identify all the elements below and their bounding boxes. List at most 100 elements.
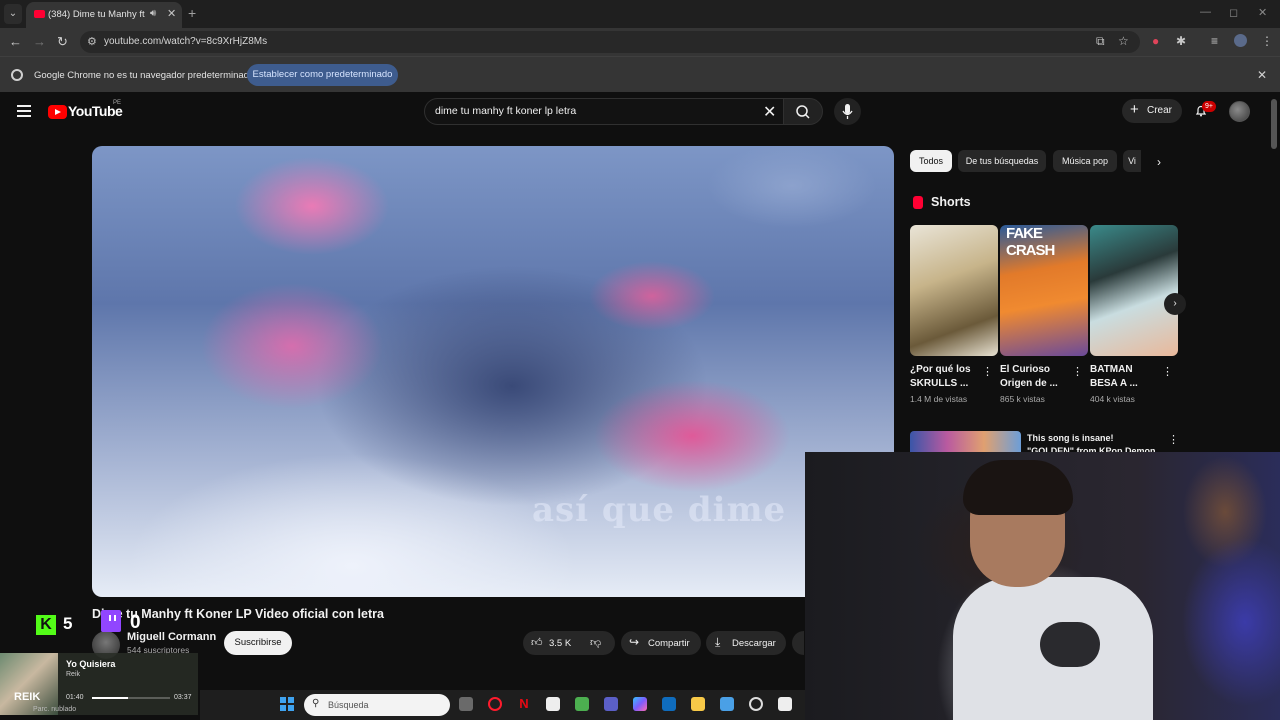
download-button[interactable]: ⤓ Descargar [706, 631, 786, 655]
back-icon[interactable]: ← [9, 34, 22, 49]
twitch-logo-icon [101, 610, 121, 632]
song-title: Yo Quisiera [66, 659, 116, 669]
extensions-puzzle-icon[interactable]: ✱ [1176, 34, 1186, 48]
app-icon[interactable] [720, 697, 734, 711]
extension-opera-icon[interactable]: ● [1152, 34, 1159, 48]
site-info-icon[interactable]: ⚙ [87, 35, 97, 48]
set-default-button[interactable]: Establecer como predeterminado [247, 64, 398, 86]
tab-close-icon[interactable]: ✕ [167, 7, 176, 20]
like-count[interactable]: 3.5 K [549, 638, 571, 649]
tab-search-button[interactable]: ⌄ [4, 4, 22, 24]
youtube-logo-icon[interactable] [48, 105, 67, 119]
short-3-more-icon[interactable]: ⋮ [1162, 365, 1173, 378]
short-1-title[interactable]: ¿Por qué los SKRULLS ... [910, 363, 980, 391]
create-label: Crear [1147, 105, 1173, 116]
new-tab-icon[interactable]: + [188, 5, 196, 21]
minecraft-icon[interactable] [575, 697, 589, 711]
chip-pop-music[interactable]: Música pop [1053, 150, 1117, 172]
file-explorer-icon[interactable] [691, 697, 705, 711]
outlook-icon[interactable] [662, 697, 676, 711]
song-progress-bar [92, 697, 170, 699]
subscribe-button[interactable]: Suscribirse [224, 631, 292, 655]
browser-tab[interactable]: (384) Dime tu Manhy ft Kon 🔊︎ ✕ [26, 2, 182, 28]
shorts-heading: Shorts [931, 195, 971, 209]
chip-all[interactable]: Todos [910, 150, 952, 172]
microsoft-store-icon[interactable] [546, 697, 560, 711]
song-artist: Reik [66, 671, 81, 678]
teams-icon[interactable] [604, 697, 618, 711]
shorts-next-button[interactable]: › [1164, 293, 1186, 315]
webcam-shirt-graphic [1040, 622, 1100, 667]
more-actions-button[interactable] [792, 631, 804, 655]
windows-start-icon[interactable] [280, 697, 294, 711]
taskbar-search-placeholder: Búsqueda [328, 700, 369, 710]
microphone-icon [842, 104, 853, 119]
netflix-icon[interactable]: N [517, 697, 531, 711]
short-2-overlay-text: FAKE CRASH [1006, 225, 1055, 259]
url-text: youtube.com/watch?v=8c9XrHjZ8Ms [104, 36, 268, 47]
voice-search-button[interactable] [834, 98, 861, 125]
short-3-views: 404 k vistas [1090, 394, 1135, 404]
share-button[interactable]: ↪ Compartir [621, 631, 701, 655]
song-progress-fill [92, 697, 128, 699]
minimize-icon[interactable]: — [1200, 6, 1211, 18]
twitch-viewer-count: 0 [130, 612, 141, 633]
task-view-icon[interactable] [459, 697, 473, 711]
chrome-menu-icon[interactable]: ⋮ [1261, 34, 1273, 48]
taskbar-search-input[interactable]: ⚲ Búsqueda [304, 694, 450, 716]
recommended-more-icon[interactable]: ⋮ [1168, 433, 1179, 446]
maximize-icon[interactable]: ◻ [1229, 6, 1238, 19]
reload-icon[interactable]: ↻ [57, 34, 68, 50]
capcut-icon[interactable] [778, 697, 792, 711]
infobar-message: Google Chrome no es tu navegador predete… [34, 70, 255, 81]
steam-icon[interactable] [749, 697, 763, 711]
tab-strip: ⌄ (384) Dime tu Manhy ft Kon 🔊︎ ✕ + — ◻ … [0, 0, 1280, 28]
profile-avatar-icon[interactable] [1234, 34, 1247, 47]
install-app-icon[interactable]: ⧉ [1096, 34, 1105, 49]
chips-next-icon[interactable]: › [1157, 155, 1161, 169]
download-icon: ⤓ [715, 635, 721, 649]
share-icon: ↪ [629, 635, 640, 649]
search-query-text: dime tu manhy ft koner lp letra [435, 105, 577, 117]
window-close-icon[interactable]: ✕ [1258, 6, 1267, 19]
infobar-close-icon[interactable]: ✕ [1257, 68, 1267, 82]
short-thumbnail-3[interactable] [1090, 225, 1178, 356]
chip-from-searches[interactable]: De tus búsquedas [958, 150, 1046, 172]
shorts-logo-icon [913, 196, 923, 209]
address-bar[interactable]: ⚙ youtube.com/watch?v=8c9XrHjZ8Ms ⧉ ☆ [80, 31, 1140, 53]
speaker-icon[interactable]: 🔊︎ [150, 8, 156, 19]
song-current-time: 01:40 [66, 694, 84, 701]
search-button[interactable] [783, 98, 823, 125]
share-label: Compartir [648, 638, 690, 649]
create-button[interactable]: + Crear [1122, 99, 1182, 123]
short-1-more-icon[interactable]: ⋮ [982, 365, 993, 378]
short-2-views: 865 k vistas [1000, 394, 1045, 404]
copilot-icon[interactable] [633, 697, 647, 711]
search-icon [796, 105, 810, 119]
thumbs-up-icon[interactable]: 👍︎ [531, 636, 543, 649]
short-2-title[interactable]: El Curioso Origen de ... [1000, 363, 1070, 391]
region-code: PE [113, 100, 122, 106]
short-thumbnail-2[interactable]: FAKE CRASH [1000, 225, 1088, 356]
webcam-person-hair [963, 460, 1073, 515]
page-scrollbar[interactable] [1271, 99, 1277, 149]
streamer-webcam [805, 452, 1280, 720]
short-thumbnail-1[interactable] [910, 225, 998, 356]
bookmark-star-icon[interactable]: ☆ [1118, 34, 1129, 48]
hamburger-menu-icon[interactable] [17, 105, 31, 117]
reading-list-icon[interactable]: ≡ [1211, 34, 1218, 48]
opera-icon[interactable] [488, 697, 502, 711]
video-lyric-overlay: así que dime [532, 490, 787, 530]
download-label: Descargar [732, 638, 776, 649]
short-2-more-icon[interactable]: ⋮ [1072, 365, 1083, 378]
video-player[interactable]: así que dime [92, 146, 894, 597]
notification-badge: 9+ [1202, 101, 1216, 112]
clear-search-icon[interactable]: ✕ [763, 102, 776, 122]
short-3-title[interactable]: BATMAN BESA A ... [1090, 363, 1160, 391]
forward-icon[interactable]: → [33, 34, 46, 49]
chip-videos[interactable]: Vi [1123, 150, 1141, 172]
account-avatar[interactable] [1229, 101, 1250, 122]
search-input[interactable]: dime tu manhy ft koner lp letra ✕ [424, 98, 785, 125]
now-playing-widget: REIK Yo Quisiera Reik 01:40 03:37 Parc. … [0, 653, 198, 715]
thumbs-down-icon[interactable]: 👎︎ [590, 636, 601, 649]
